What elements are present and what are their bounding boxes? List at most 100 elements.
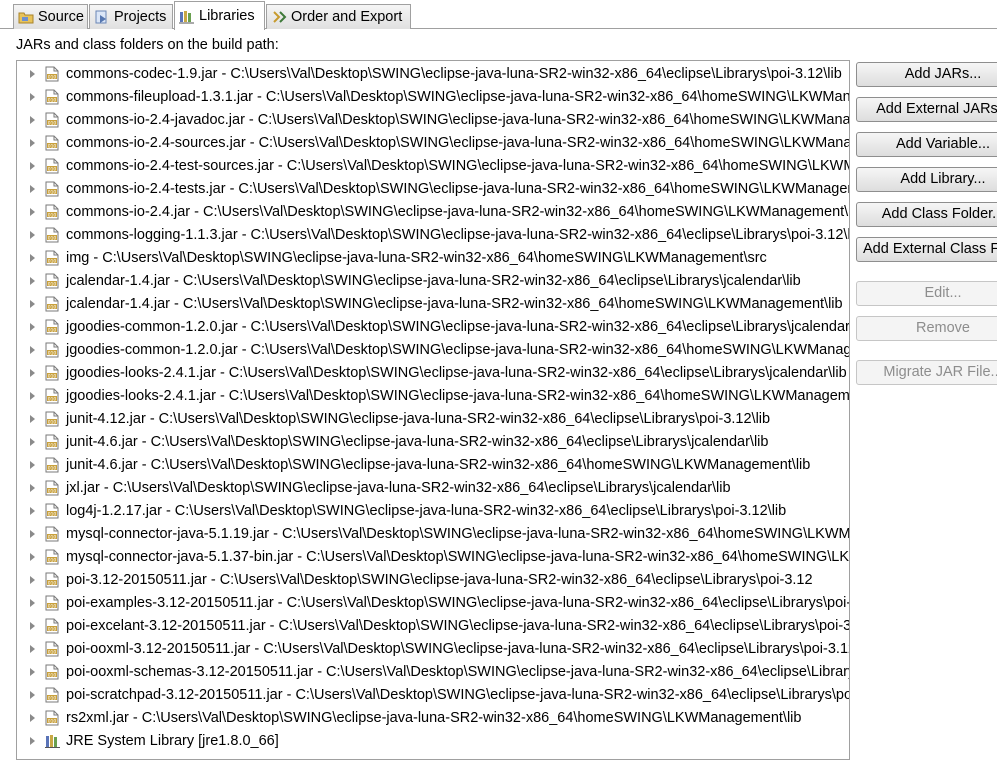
tree-item-jre-system-library[interactable]: JRE System Library [jre1.8.0_66] — [17, 729, 849, 752]
expand-arrow-icon[interactable] — [30, 690, 35, 699]
tree-item-jar[interactable]: 010 jxl.jar - C:\Users\Val\Desktop\SWING\… — [17, 476, 849, 499]
expand-arrow-icon[interactable] — [30, 483, 35, 492]
expand-arrow-icon[interactable] — [30, 207, 35, 216]
tree-item-label: poi-3.12-20150511.jar - C:\Users\Val\Des… — [66, 571, 813, 588]
svg-text:010: 010 — [48, 120, 57, 126]
add-variable-button[interactable]: Add Variable... — [856, 132, 997, 157]
tree-item-jar[interactable]: 010 poi-ooxml-schemas-3.12-20150511.jar -… — [17, 660, 849, 683]
jar-file-icon: 010 — [45, 526, 59, 542]
jar-file-icon: 010 — [45, 480, 59, 496]
tree-item-jar[interactable]: 010 commons-io-2.4-test-sources.jar - C:\… — [17, 154, 849, 177]
tree-item-jar[interactable]: 010 mysql-connector-java-5.1.37-bin.jar -… — [17, 545, 849, 568]
jar-file-icon: 010 — [45, 319, 59, 335]
jar-file-icon: 010 — [45, 181, 59, 197]
expand-arrow-icon[interactable] — [30, 621, 35, 630]
svg-text:010: 010 — [48, 396, 57, 402]
svg-text:010: 010 — [48, 258, 57, 264]
tree-item-jar[interactable]: 010 poi-ooxml-3.12-20150511.jar - C:\User… — [17, 637, 849, 660]
jar-file-icon: 010 — [45, 227, 59, 243]
tab-source[interactable]: Source — [13, 4, 88, 29]
tree-item-jar[interactable]: 010 commons-logging-1.1.3.jar - C:\Users\… — [17, 223, 849, 246]
svg-text:010: 010 — [48, 304, 57, 310]
tree-item-label: jgoodies-looks-2.4.1.jar - C:\Users\Val\… — [66, 364, 847, 381]
expand-arrow-icon[interactable] — [30, 713, 35, 722]
migrate-jar-file-button[interactable]: Migrate JAR File... — [856, 360, 997, 385]
svg-text:010: 010 — [48, 419, 57, 425]
expand-arrow-icon[interactable] — [30, 299, 35, 308]
expand-arrow-icon[interactable] — [30, 276, 35, 285]
svg-text:010: 010 — [48, 534, 57, 540]
tree-item-jar[interactable]: 010 jcalendar-1.4.jar - C:\Users\Val\Desk… — [17, 292, 849, 315]
tree-item-jar[interactable]: 010 poi-excelant-3.12-20150511.jar - C:\U… — [17, 614, 849, 637]
expand-arrow-icon[interactable] — [30, 345, 35, 354]
tree-item-jar[interactable]: 010 rs2xml.jar - C:\Users\Val\Desktop\SWI… — [17, 706, 849, 729]
tree-item-jar[interactable]: 010 poi-3.12-20150511.jar - C:\Users\Val\… — [17, 568, 849, 591]
jar-file-icon: 010 — [45, 618, 59, 634]
tree-item-label: commons-io-2.4-test-sources.jar - C:\Use… — [66, 157, 849, 174]
tree-item-jar[interactable]: 010 commons-io-2.4-sources.jar - C:\Users… — [17, 131, 849, 154]
add-class-folder-button[interactable]: Add Class Folder... — [856, 202, 997, 227]
tree-item-jar[interactable]: 010 commons-io-2.4.jar - C:\Users\Val\Des… — [17, 200, 849, 223]
expand-arrow-icon[interactable] — [30, 460, 35, 469]
expand-arrow-icon[interactable] — [30, 667, 35, 676]
expand-arrow-icon[interactable] — [30, 575, 35, 584]
expand-arrow-icon[interactable] — [30, 598, 35, 607]
expand-arrow-icon[interactable] — [30, 161, 35, 170]
add-library-button[interactable]: Add Library... — [856, 167, 997, 192]
jar-file-icon: 010 — [45, 66, 59, 82]
jar-file-icon: 010 — [45, 687, 59, 703]
tab-bar: Source Projects Libraries Order and Expo… — [0, 0, 997, 30]
tree-item-jar[interactable]: 010 jgoodies-common-1.2.0.jar - C:\Users\… — [17, 338, 849, 361]
expand-arrow-icon[interactable] — [30, 437, 35, 446]
tree-item-jar[interactable]: 010 junit-4.6.jar - C:\Users\Val\Desktop\… — [17, 430, 849, 453]
expand-arrow-icon[interactable] — [30, 552, 35, 561]
expand-arrow-icon[interactable] — [30, 644, 35, 653]
tab-libraries[interactable]: Libraries — [174, 1, 265, 30]
tree-item-label: commons-fileupload-1.3.1.jar - C:\Users\… — [66, 88, 850, 105]
expand-arrow-icon[interactable] — [30, 92, 35, 101]
expand-arrow-icon[interactable] — [30, 368, 35, 377]
tree-item-label: mysql-connector-java-5.1.19.jar - C:\Use… — [66, 525, 850, 542]
tab-order-and-export[interactable]: Order and Export — [266, 4, 411, 29]
jar-file-icon: 010 — [45, 135, 59, 151]
tab-projects[interactable]: Projects — [89, 4, 173, 29]
tree-item-jar[interactable]: 010 jgoodies-common-1.2.0.jar - C:\Users\… — [17, 315, 849, 338]
tree-item-jar[interactable]: 010 junit-4.6.jar - C:\Users\Val\Desktop\… — [17, 453, 849, 476]
tree-item-jar[interactable]: 010 jgoodies-looks-2.4.1.jar - C:\Users\V… — [17, 361, 849, 384]
tree-item-jar[interactable]: 010 jgoodies-looks-2.4.1.jar - C:\Users\V… — [17, 384, 849, 407]
tree-item-jar[interactable]: 010 commons-codec-1.9.jar - C:\Users\Val\… — [17, 62, 849, 85]
expand-arrow-icon[interactable] — [30, 322, 35, 331]
expand-arrow-icon[interactable] — [30, 391, 35, 400]
jar-file-icon: 010 — [45, 411, 59, 427]
expand-arrow-icon[interactable] — [30, 184, 35, 193]
libraries-icon — [179, 8, 195, 24]
tree-item-jar[interactable]: 010 junit-4.12.jar - C:\Users\Val\Desktop… — [17, 407, 849, 430]
tree-item-jar[interactable]: 010 poi-scratchpad-3.12-20150511.jar - C:… — [17, 683, 849, 706]
tree-item-jar[interactable]: 010 commons-fileupload-1.3.1.jar - C:\Use… — [17, 85, 850, 108]
tree-item-jar[interactable]: 010 poi-examples-3.12-20150511.jar - C:\U… — [17, 591, 849, 614]
expand-arrow-icon[interactable] — [30, 414, 35, 423]
tree-item-jar[interactable]: 010 commons-io-2.4-tests.jar - C:\Users\V… — [17, 177, 849, 200]
tree-item-jar[interactable]: 010 log4j-1.2.17.jar - C:\Users\Val\Deskt… — [17, 499, 849, 522]
expand-arrow-icon[interactable] — [30, 736, 35, 745]
build-path-tree[interactable]: 010 commons-codec-1.9.jar - C:\Users\Val\… — [16, 60, 850, 760]
edit-button[interactable]: Edit... — [856, 281, 997, 306]
expand-arrow-icon[interactable] — [30, 230, 35, 239]
add-external-jars-button[interactable]: Add External JARs... — [856, 97, 997, 122]
tree-item-jar[interactable]: 010 img - C:\Users\Val\Desktop\SWING\ecli… — [17, 246, 849, 269]
tree-item-jar[interactable]: 010 jcalendar-1.4.jar - C:\Users\Val\Desk… — [17, 269, 849, 292]
expand-arrow-icon[interactable] — [30, 506, 35, 515]
tree-item-jar[interactable]: 010 commons-io-2.4-javadoc.jar - C:\Users… — [17, 108, 849, 131]
expand-arrow-icon[interactable] — [30, 115, 35, 124]
expand-arrow-icon[interactable] — [30, 253, 35, 262]
remove-button[interactable]: Remove — [856, 316, 997, 341]
jar-file-icon: 010 — [45, 503, 59, 519]
svg-text:010: 010 — [48, 488, 57, 494]
svg-text:010: 010 — [48, 212, 57, 218]
tree-item-jar[interactable]: 010 mysql-connector-java-5.1.19.jar - C:\… — [17, 522, 850, 545]
expand-arrow-icon[interactable] — [30, 69, 35, 78]
add-jars-button[interactable]: Add JARs... — [856, 62, 997, 87]
expand-arrow-icon[interactable] — [30, 138, 35, 147]
expand-arrow-icon[interactable] — [30, 529, 35, 538]
add-external-class-folder-button[interactable]: Add External Class Folder... — [856, 237, 997, 262]
